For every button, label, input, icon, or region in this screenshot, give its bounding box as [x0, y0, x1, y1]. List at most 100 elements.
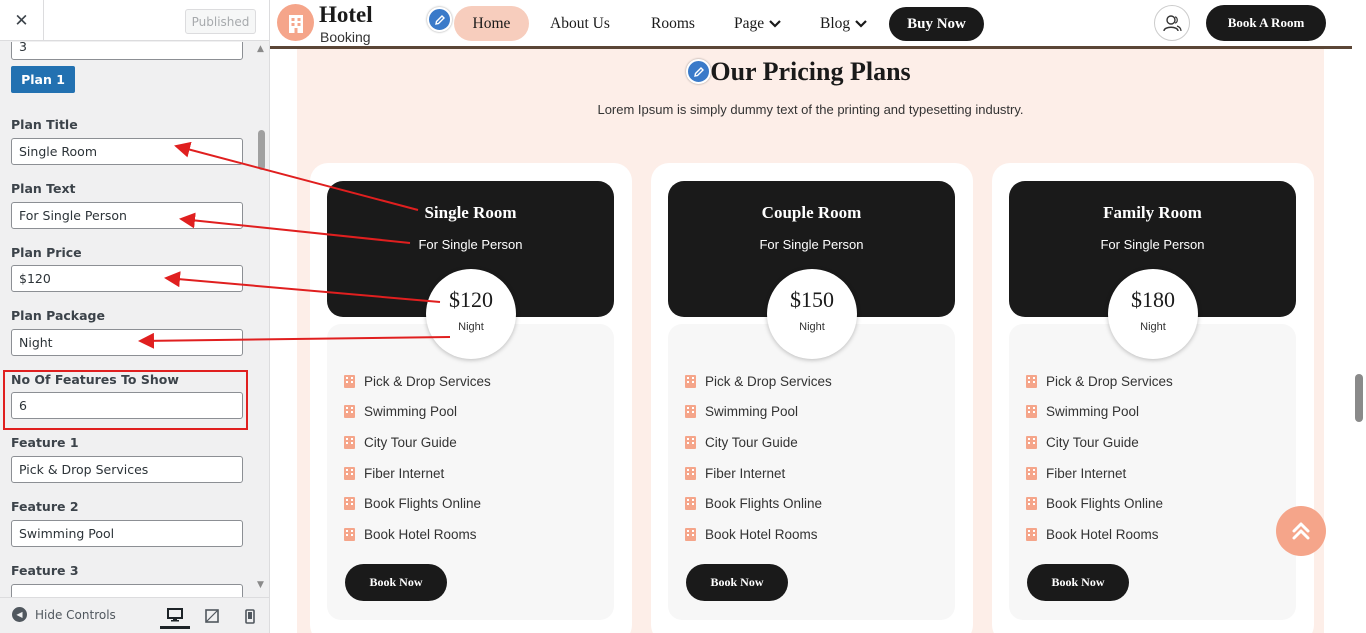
double-chevron-up-icon [1292, 522, 1310, 540]
book-now-button[interactable]: Book Now [345, 564, 447, 601]
feature-text: City Tour Guide [364, 435, 457, 450]
feature-item: Pick & Drop Services [685, 374, 832, 389]
close-button[interactable]: ✕ [0, 0, 44, 41]
feature-text: Book Flights Online [364, 496, 482, 511]
feature-1-input[interactable] [11, 456, 243, 483]
sidebar-scrollbar[interactable]: ▲ ▼ [255, 42, 269, 597]
card-title: Family Room [1103, 203, 1202, 222]
preview-mobile-button[interactable] [235, 603, 265, 629]
price-package: Night [799, 321, 825, 333]
book-a-room-button[interactable]: Book A Room [1206, 5, 1326, 41]
sidebar-header: ✕ Published [0, 0, 269, 41]
book-now-button[interactable]: Book Now [1027, 564, 1129, 601]
price-package: Night [1140, 321, 1166, 333]
card-body: Pick & Drop Services Swimming Pool City … [1009, 324, 1296, 620]
card-text: For Single Person [1100, 237, 1205, 252]
card-title: Single Room [424, 203, 517, 222]
card-text: For Single Person [418, 237, 523, 252]
feature-text: Book Flights Online [705, 496, 823, 511]
feature-text: Book Flights Online [1046, 496, 1164, 511]
scroll-to-top-button[interactable] [1276, 506, 1326, 556]
scroll-up-arrow-icon[interactable]: ▲ [257, 44, 264, 54]
pricing-subtitle: Lorem Ipsum is simply dummy text of the … [597, 102, 1024, 117]
user-account-button[interactable] [1154, 5, 1190, 41]
logo-title[interactable]: Hotel [319, 2, 373, 28]
building-icon [344, 467, 355, 480]
plan-title-label: Plan Title [11, 117, 78, 132]
preview-scrollbar[interactable] [1352, 0, 1366, 633]
preview-scroll-thumb[interactable] [1355, 374, 1363, 422]
pricing-card-couple: Couple Room For Single Person Pick & Dro… [651, 163, 973, 633]
logo-subtitle: Booking [320, 29, 371, 45]
price-badge: $150 Night [767, 269, 857, 359]
feature-item: Fiber Internet [344, 466, 444, 481]
nav-blog[interactable]: Blog [820, 15, 867, 33]
feature-text: Swimming Pool [1046, 404, 1140, 419]
pencil-icon [434, 14, 445, 25]
building-icon [685, 497, 696, 510]
nav-page[interactable]: Page [734, 15, 781, 33]
feature-text: Book Hotel Rooms [364, 527, 477, 542]
features-count-label: No Of Features To Show [11, 372, 179, 387]
logo[interactable] [277, 4, 314, 41]
user-icon [1163, 15, 1182, 32]
site-preview: Hotel Booking Home About Us Rooms Page B… [270, 0, 1366, 633]
customizer-sidebar: ✕ Published Plan 1 Plan Title Plan Text … [0, 0, 270, 633]
feature-2-input[interactable] [11, 520, 243, 547]
price-value: $150 [790, 287, 834, 312]
pricing-card-family: Family Room For Single Person Pick & Dro… [992, 163, 1314, 633]
feature-text: Book Hotel Rooms [1046, 527, 1159, 542]
plan-price-label: Plan Price [11, 245, 82, 260]
building-icon [344, 497, 355, 510]
arrow-left-circle-icon: ◀ [12, 607, 27, 622]
feature-text: Fiber Internet [1046, 466, 1127, 481]
feature-2-label: Feature 2 [11, 499, 79, 514]
preview-tablet-button[interactable] [197, 603, 227, 629]
building-icon [1026, 436, 1037, 449]
sidebar-footer: ◀ Hide Controls [0, 597, 269, 633]
desktop-icon [167, 607, 183, 621]
nav-about[interactable]: About Us [550, 15, 610, 33]
feature-item: Book Flights Online [1026, 496, 1163, 511]
building-icon [344, 528, 355, 541]
close-icon: ✕ [14, 10, 29, 31]
plan-1-button[interactable]: Plan 1 [11, 66, 75, 93]
plan-package-input[interactable] [11, 329, 243, 356]
nav-rooms[interactable]: Rooms [651, 15, 695, 33]
chevron-down-icon [855, 20, 867, 28]
sidebar-scroll-thumb[interactable] [258, 130, 265, 170]
building-icon [344, 375, 355, 388]
nav-blog-label: Blog [820, 15, 851, 32]
building-icon [685, 467, 696, 480]
plan-text-input[interactable] [11, 202, 243, 229]
building-icon [685, 375, 696, 388]
nav-home[interactable]: Home [454, 6, 529, 41]
feature-item: Book Flights Online [344, 496, 481, 511]
feature-text: Swimming Pool [705, 404, 799, 419]
preview-desktop-button[interactable] [160, 603, 190, 629]
hide-controls-label: Hide Controls [35, 607, 116, 622]
scroll-down-arrow-icon[interactable]: ▼ [257, 580, 264, 590]
features-count-input[interactable] [11, 392, 243, 419]
edit-shortcut-nav[interactable] [427, 7, 452, 32]
published-button[interactable]: Published [185, 9, 256, 34]
price-badge: $120 Night [426, 269, 516, 359]
partial-input[interactable] [11, 42, 243, 60]
buy-now-button[interactable]: Buy Now [889, 7, 984, 41]
book-now-button[interactable]: Book Now [686, 564, 788, 601]
feature-item: Fiber Internet [685, 466, 785, 481]
hide-controls-button[interactable]: ◀ Hide Controls [12, 607, 116, 622]
plan-title-input[interactable] [11, 138, 243, 165]
building-icon [344, 436, 355, 449]
feature-item: City Tour Guide [344, 435, 457, 450]
building-icon [1026, 528, 1037, 541]
plan-price-input[interactable] [11, 265, 243, 292]
feature-3-input[interactable] [11, 584, 243, 597]
feature-item: Swimming Pool [344, 404, 457, 419]
feature-item: Pick & Drop Services [344, 374, 491, 389]
feature-3-label: Feature 3 [11, 563, 79, 578]
mobile-icon [245, 608, 255, 624]
card-body: Pick & Drop Services Swimming Pool City … [327, 324, 614, 620]
price-badge: $180 Night [1108, 269, 1198, 359]
site-header: Hotel Booking Home About Us Rooms Page B… [270, 0, 1352, 46]
